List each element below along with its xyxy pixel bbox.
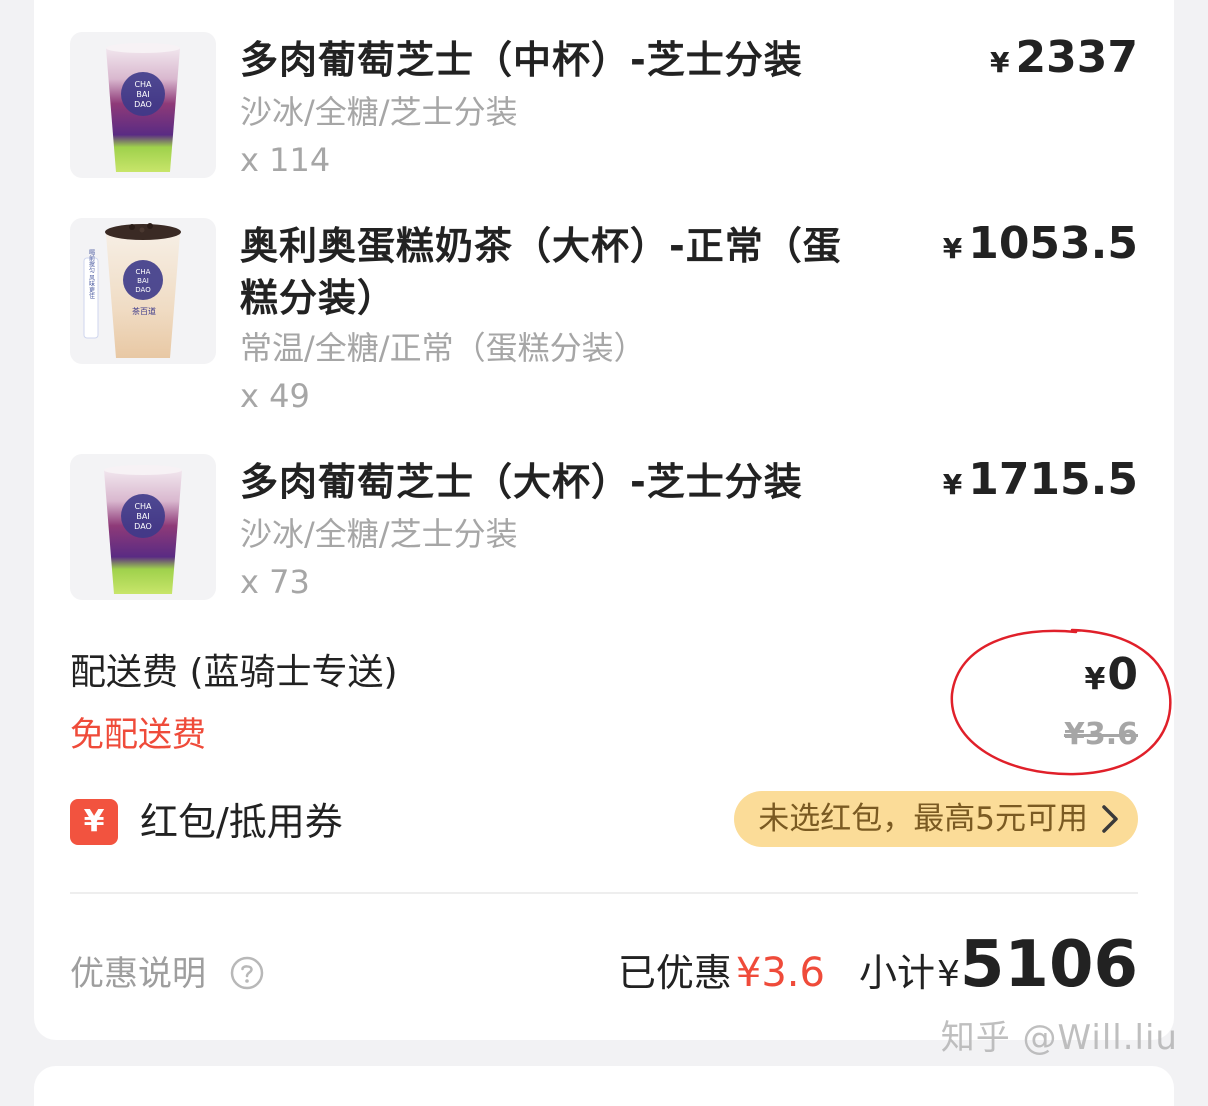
cup-brand-text: CHA <box>136 268 151 276</box>
order-summary: 已优惠 ¥3.6 小计 ¥ 5106 <box>617 928 1138 1002</box>
coupon-select-button[interactable]: 未选红包，最高5元可用 <box>734 791 1138 847</box>
promo-note-label[interactable]: 优惠说明 <box>70 950 206 998</box>
cup-brand-text: DAO <box>134 100 152 109</box>
coupon-hint: 未选红包，最高5元可用 <box>758 801 1088 837</box>
cup-logo-text: 茶百道 <box>132 306 156 316</box>
currency-symbol: ¥ <box>990 46 1010 79</box>
yuan-icon: ¥ <box>70 799 118 845</box>
item-quantity: x 49 <box>240 377 310 415</box>
product-image: CHA BAI DAO <box>70 32 216 178</box>
item-name-line: 奥利奥蛋糕奶茶（大杯）-正常（蛋 <box>240 224 842 268</box>
watermark: 知乎 @Will.liu <box>940 1018 1178 1058</box>
product-image: CHA BAI DAO <box>70 454 216 600</box>
side-note-text: 喝前搅匀 风味更佳 <box>88 249 95 299</box>
order-item[interactable]: CHA BAI DAO 多肉葡萄芝士（中杯）-芝士分装 沙冰/全糖/芝士分装 x… <box>70 32 1138 182</box>
product-image: CHA BAI DAO 喝前搅匀 风味更佳 茶百道 <box>70 218 216 364</box>
delivery-fee-price: ¥0 <box>1085 650 1139 705</box>
currency-symbol: ¥ <box>942 468 963 501</box>
subtotal-value: 5106 <box>959 928 1138 1002</box>
item-price: ¥1715.5 <box>943 454 1138 511</box>
help-icon[interactable] <box>230 956 264 990</box>
delivery-original-price: ¥3.6 <box>1063 717 1138 752</box>
item-name: 奥利奥蛋糕奶茶（大杯）-正常（蛋 糕分装） <box>240 220 842 324</box>
item-price-value: 2337 <box>1015 32 1138 83</box>
next-card <box>34 1066 1174 1106</box>
currency-symbol: ¥ <box>936 954 960 995</box>
currency-symbol: ¥ <box>1084 662 1106 697</box>
cup-brand-text: BAI <box>137 277 149 285</box>
free-delivery-label: 免配送费 <box>70 715 206 755</box>
item-spec: 常温/全糖/正常（蛋糕分装） <box>240 329 646 367</box>
item-spec: 沙冰/全糖/芝士分装 <box>240 93 518 131</box>
item-price-value: 1715.5 <box>968 454 1138 505</box>
cup-brand-text: CHA <box>134 80 152 89</box>
delivery-fee-value: 0 <box>1107 649 1138 700</box>
saved-label: 已优惠 <box>617 951 732 995</box>
item-price-value: 1053.5 <box>968 218 1138 269</box>
cup-brand-text: BAI <box>136 90 149 99</box>
item-name: 多肉葡萄芝士（大杯）-芝士分装 <box>240 460 803 504</box>
item-spec: 沙冰/全糖/芝士分装 <box>240 515 518 553</box>
item-price: ¥2337 <box>990 32 1138 89</box>
saved-value: ¥3.6 <box>735 950 825 996</box>
coupon-label[interactable]: 红包/抵用券 <box>140 796 343 848</box>
order-card: CHA BAI DAO 多肉葡萄芝士（中杯）-芝士分装 沙冰/全糖/芝士分装 x… <box>34 0 1174 1040</box>
subtotal-label: 小计 <box>858 951 935 995</box>
order-item[interactable]: CHA BAI DAO 喝前搅匀 风味更佳 茶百道 奥利奥蛋糕奶茶（大杯）-正常… <box>70 218 1138 418</box>
cup-brand-text: BAI <box>136 512 149 521</box>
item-name: 多肉葡萄芝士（中杯）-芝士分装 <box>240 38 803 82</box>
cup-brand-text: DAO <box>134 522 152 531</box>
item-price: ¥1053.5 <box>943 218 1138 275</box>
item-quantity: x 114 <box>240 141 331 179</box>
cup-brand-text: DAO <box>135 286 151 294</box>
delivery-fee-label: 配送费 (蓝骑士专送) <box>70 652 398 693</box>
chevron-right-icon <box>1096 791 1124 847</box>
currency-symbol: ¥ <box>942 232 963 265</box>
item-quantity: x 73 <box>240 563 310 601</box>
cup-brand-text: CHA <box>134 502 152 511</box>
divider <box>70 892 1138 894</box>
order-item[interactable]: CHA BAI DAO 多肉葡萄芝士（大杯）-芝士分装 沙冰/全糖/芝士分装 x… <box>70 454 1138 604</box>
item-name-line: 糕分装） <box>240 276 397 320</box>
